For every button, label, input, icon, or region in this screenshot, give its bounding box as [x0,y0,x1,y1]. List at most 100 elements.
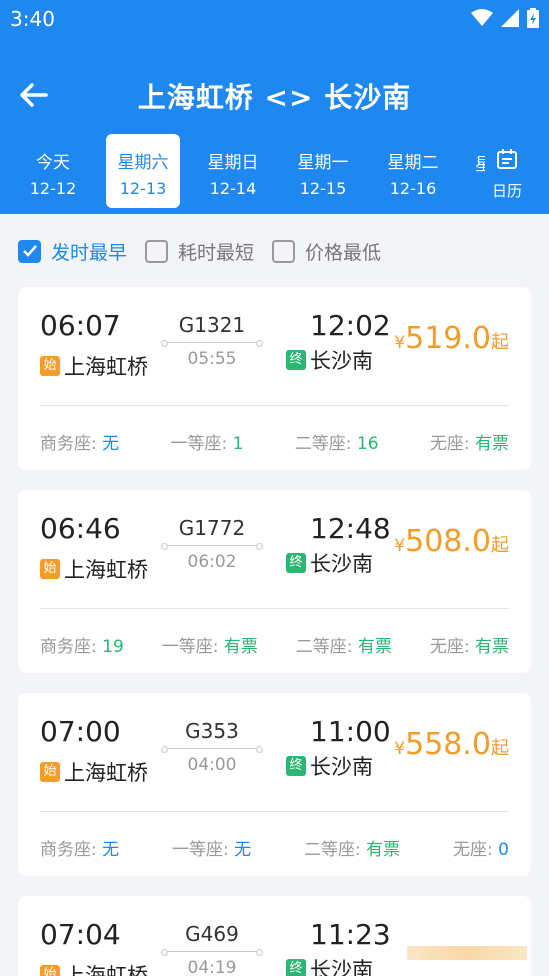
currency-symbol: ¥ [394,333,406,353]
departure-station-name: 上海虹桥 [64,558,148,582]
filter-label: 耗时最短 [178,241,255,264]
checkbox-checked[interactable] [18,239,41,263]
end-tag: 终 [286,959,306,976]
train-card[interactable]: 06:46 G1772 06:02 12:48 始 上海虹桥 终 长沙南 ¥ 5… [18,490,531,673]
price-amount: 508.0 [405,524,491,559]
filter-earliest-departure[interactable]: 发时最早 [18,238,127,265]
status-icons [471,8,539,32]
seat-value: 0 [498,840,509,860]
seat-label: 商务座: [40,434,97,454]
divider [40,608,509,609]
divider [40,405,509,406]
seat-value: 有票 [474,434,509,454]
price: ¥ 558.0 起 [394,727,509,762]
divider [40,811,509,812]
departure-station: 始 上海虹桥 [40,960,148,976]
route-line [161,746,263,753]
seat-label: 商务座: [40,637,97,657]
arrival-station-name: 长沙南 [310,349,373,373]
seat-value: 无 [102,840,120,860]
seat-first: 一等座: 无 [172,835,251,860]
arrival-station-name: 长沙南 [310,755,373,779]
status-time: 3:40 [10,7,55,31]
price-suffix: 起 [491,332,509,353]
date-bar: 今天 12-12 星期六 12-13 星期日 12-14 星期一 12-15 星… [0,134,549,208]
start-tag: 始 [40,356,60,376]
status-bar: 3:40 [0,0,549,38]
arrival-station: 终 长沙南 [286,548,373,578]
duration: 04:00 [187,755,237,775]
seat-business: 商务座: 19 [40,632,124,657]
departure-time: 06:46 [40,512,121,545]
page-title: 上海虹桥 <> 长沙南 [137,81,412,114]
seat-value: 有票 [474,637,509,657]
seat-value: 有票 [223,637,258,657]
seat-label: 一等座: [170,434,228,454]
duration: 06:02 [187,552,237,572]
end-tag: 终 [286,350,306,370]
date-tab[interactable]: 星期二 12-16 [376,134,450,208]
route-line [161,949,263,956]
seat-none: 无座: 0 [453,835,509,860]
price: ¥ 519.0 起 [394,321,509,356]
departure-time: 06:07 [40,309,121,342]
header: 3:40 上海虹桥 <> 长沙南 今天 12-12 星期六 12-13 星期日 … [0,0,549,214]
seat-value: 无 [234,840,252,860]
price: ¥ 508.0 起 [394,524,509,559]
calendar-button[interactable]: 日历 [484,148,530,201]
filter-shortest-duration[interactable]: 耗时最短 [145,238,254,265]
date-tab-weekday: 星期六 [117,153,169,173]
arrival-station: 终 长沙南 [286,345,373,375]
route-line [161,340,263,347]
seat-label: 一等座: [161,637,219,657]
battery-icon [527,8,539,32]
checkbox[interactable] [272,239,296,263]
date-tab-selected[interactable]: 星期六 12-13 [106,134,180,208]
currency-symbol: ¥ [394,739,406,759]
train-card[interactable]: 06:07 G1321 05:55 12:02 始 上海虹桥 终 长沙南 ¥ 5… [18,287,531,470]
filter-label: 发时最早 [51,241,128,264]
date-tab[interactable]: 星期一 12-15 [286,134,360,208]
start-tag: 始 [40,559,60,579]
date-tab-weekday: 星期一 [297,153,349,173]
seat-label: 二等座: [304,840,361,860]
arrival-time: 11:23 [310,918,391,951]
departure-time: 07:04 [40,918,121,951]
seat-label: 二等座: [295,637,353,657]
seat-none: 无座: 有票 [430,632,509,657]
currency-symbol: ¥ [394,536,406,556]
seat-label: 二等座: [294,434,352,454]
seat-value: 16 [356,434,379,454]
departure-station-name: 上海虹桥 [64,761,148,785]
date-tab[interactable]: 星期日 12-14 [196,134,270,208]
seat-label: 无座: [429,434,470,454]
seat-value: 有票 [357,637,392,657]
date-tab-date: 12-12 [29,179,77,198]
train-card[interactable]: 07:00 G353 04:00 11:00 始 上海虹桥 终 长沙南 ¥ 55… [18,693,531,876]
price-amount: 558.0 [405,727,491,762]
date-tab-today[interactable]: 今天 12-12 [16,134,90,208]
route-line [161,543,263,550]
seat-value: 有票 [366,840,401,860]
date-tab-weekday: 今天 [36,153,70,173]
price-amount: 519.0 [405,321,491,356]
seat-first: 一等座: 1 [170,429,243,454]
train-number: G1321 [178,313,246,337]
seat-value: 1 [232,434,244,454]
filter-lowest-price[interactable]: 价格最低 [272,238,381,265]
train-card[interactable]: 07:04 G469 04:19 11:23 始 上海虹桥 终 长沙南 [18,896,531,976]
checkbox[interactable] [145,239,169,263]
start-tag: 始 [40,762,60,782]
seat-business: 商务座: 无 [40,835,119,860]
price-suffix: 起 [491,535,509,556]
seat-availability: 商务座: 无 一等座: 1 二等座: 16 无座: 有票 [40,429,509,454]
departure-station-name: 上海虹桥 [64,355,148,379]
date-tab-weekday: 星期二 [387,153,439,173]
seat-label: 一等座: [172,840,229,860]
seat-value: 无 [102,434,120,454]
seat-availability: 商务座: 无 一等座: 无 二等座: 有票 无座: 0 [40,835,509,860]
seat-none: 无座: 有票 [430,429,509,454]
price-suffix: 起 [491,738,509,759]
arrival-time: 11:00 [310,715,391,748]
date-tab-date: 12-14 [209,179,257,198]
